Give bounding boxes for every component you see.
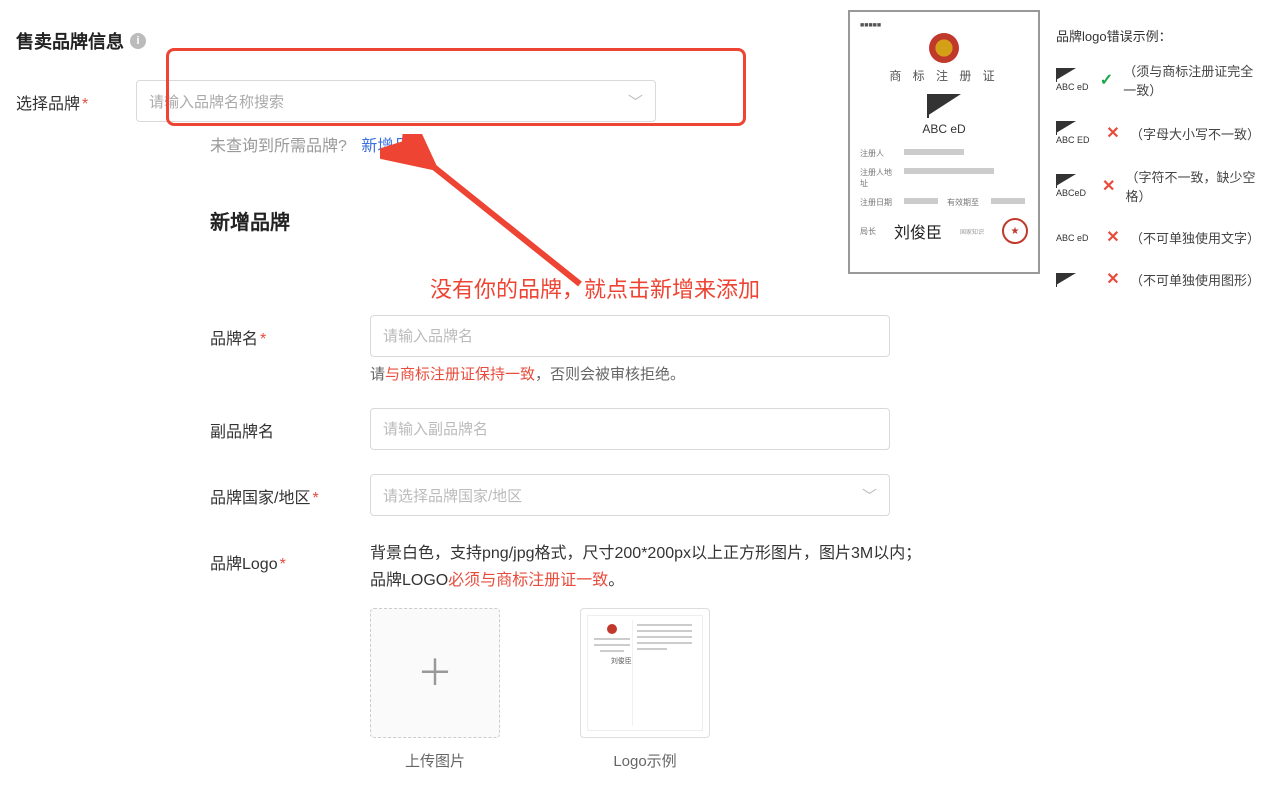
- add-brand-panel: 新增品牌 品牌名* 请与商标注册证保持一致，否则会被审核拒绝。 副品牌名 品牌国…: [210, 206, 930, 795]
- legend-sample-label: ABC ED: [1056, 135, 1090, 145]
- brand-region-select[interactable]: 请选择品牌国家/地区 ﹀: [370, 474, 890, 516]
- legend-text: （不可单独使用文字）: [1130, 228, 1260, 247]
- certificate-title: 商 标 注 册 证: [889, 67, 998, 84]
- cross-icon: ✕: [1106, 123, 1120, 143]
- check-icon: ✓: [1100, 70, 1113, 90]
- sub-brand-label: 副品牌名: [210, 408, 370, 442]
- brand-name-input[interactable]: [370, 315, 890, 357]
- flag-icon: [1056, 174, 1076, 186]
- section-title-text: 售卖品牌信息: [16, 28, 124, 54]
- legend-row: ✕ （不可单独使用图形）: [1056, 269, 1266, 289]
- brand-logo-label: 品牌Logo*: [210, 540, 370, 574]
- legend-sample: ABCeD: [1056, 174, 1092, 198]
- legend-row: ABC eD ✕ （不可单独使用文字）: [1056, 227, 1266, 247]
- legend-sample-label: ABCeD: [1056, 188, 1086, 198]
- add-brand-link[interactable]: 新增品牌: [361, 138, 425, 155]
- brand-search-label: 选择品牌*: [16, 80, 136, 114]
- flag-icon: [1056, 68, 1076, 80]
- required-marker: *: [82, 96, 88, 113]
- certificate-brand-text: ABC eD: [922, 122, 965, 136]
- cross-icon: ✕: [1106, 227, 1120, 247]
- section-title: 售卖品牌信息 i: [16, 28, 146, 54]
- legend-sample: ABC ED: [1056, 121, 1096, 145]
- seal-icon: ★: [1002, 218, 1028, 244]
- cross-icon: ✕: [1106, 269, 1120, 289]
- legend-sample: [1056, 273, 1096, 285]
- sub-brand-input[interactable]: [370, 408, 890, 450]
- legend-text: （字母大小写不一致）: [1130, 124, 1260, 143]
- brand-search-select[interactable]: 请输入品牌名称搜索 ﹀: [136, 80, 656, 122]
- certificate-signature: 刘俊臣: [894, 219, 942, 243]
- chevron-down-icon: ﹀: [862, 485, 877, 506]
- brand-name-hint: 请与商标注册证保持一致，否则会被审核拒绝。: [370, 363, 930, 384]
- logo-hint-line1: 背景白色，支持png/jpg格式，尺寸200*200px以上正方形图片，图片3M…: [370, 540, 930, 567]
- brand-name-label: 品牌名*: [210, 315, 370, 349]
- logo-error-legend: 品牌logo错误示例： ABC eD ✓ （须与商标注册证完全一致） ABC ED ✕ （…: [1056, 26, 1266, 311]
- brand-not-found-text: 未查询到所需品牌?: [210, 138, 347, 155]
- logo-upload-box[interactable]: ＋: [370, 608, 500, 738]
- plus-icon: ＋: [417, 655, 453, 691]
- legend-sample: ABC eD: [1056, 68, 1090, 92]
- flag-icon: [927, 94, 961, 116]
- brand-search-placeholder: 请输入品牌名称搜索: [149, 91, 284, 112]
- legend-text: （字符不一致，缺少空格）: [1125, 167, 1266, 205]
- logo-example-box: 刘俊臣: [580, 608, 710, 738]
- emblem-icon: [929, 33, 959, 63]
- legend-sample-label: ABC eD: [1056, 233, 1089, 243]
- logo-hint-line2: 品牌LOGO必须与商标注册证一致。: [370, 567, 930, 594]
- cross-icon: ✕: [1102, 176, 1115, 196]
- legend-sample-label: ABC eD: [1056, 82, 1089, 92]
- legend-row: ABC ED ✕ （字母大小写不一致）: [1056, 121, 1266, 145]
- logo-example-thumb: 刘俊臣: [587, 615, 703, 731]
- legend-sample: ABC eD: [1056, 231, 1096, 243]
- legend-row: ABC eD ✓ （须与商标注册证完全一致）: [1056, 61, 1266, 99]
- brand-not-found-row: 未查询到所需品牌? 新增品牌: [210, 132, 425, 156]
- legend-title: 品牌logo错误示例：: [1056, 26, 1266, 45]
- flag-icon: [1056, 273, 1076, 285]
- legend-text: （须与商标注册证完全一致）: [1123, 61, 1266, 99]
- trademark-certificate-image: ■■■■■ 商 标 注 册 证 ABC eD 注册人 注册人地址 注册日期 有效…: [848, 10, 1040, 274]
- panel-title: 新增品牌: [210, 206, 930, 235]
- legend-text: （不可单独使用图形）: [1130, 270, 1260, 289]
- brand-region-label: 品牌国家/地区*: [210, 474, 370, 508]
- logo-example-caption: Logo示例: [580, 750, 710, 771]
- chevron-down-icon: ﹀: [628, 91, 643, 112]
- info-icon[interactable]: i: [130, 33, 146, 49]
- logo-upload-caption: 上传图片: [370, 750, 500, 771]
- flag-icon: [1056, 121, 1076, 133]
- legend-row: ABCeD ✕ （字符不一致，缺少空格）: [1056, 167, 1266, 205]
